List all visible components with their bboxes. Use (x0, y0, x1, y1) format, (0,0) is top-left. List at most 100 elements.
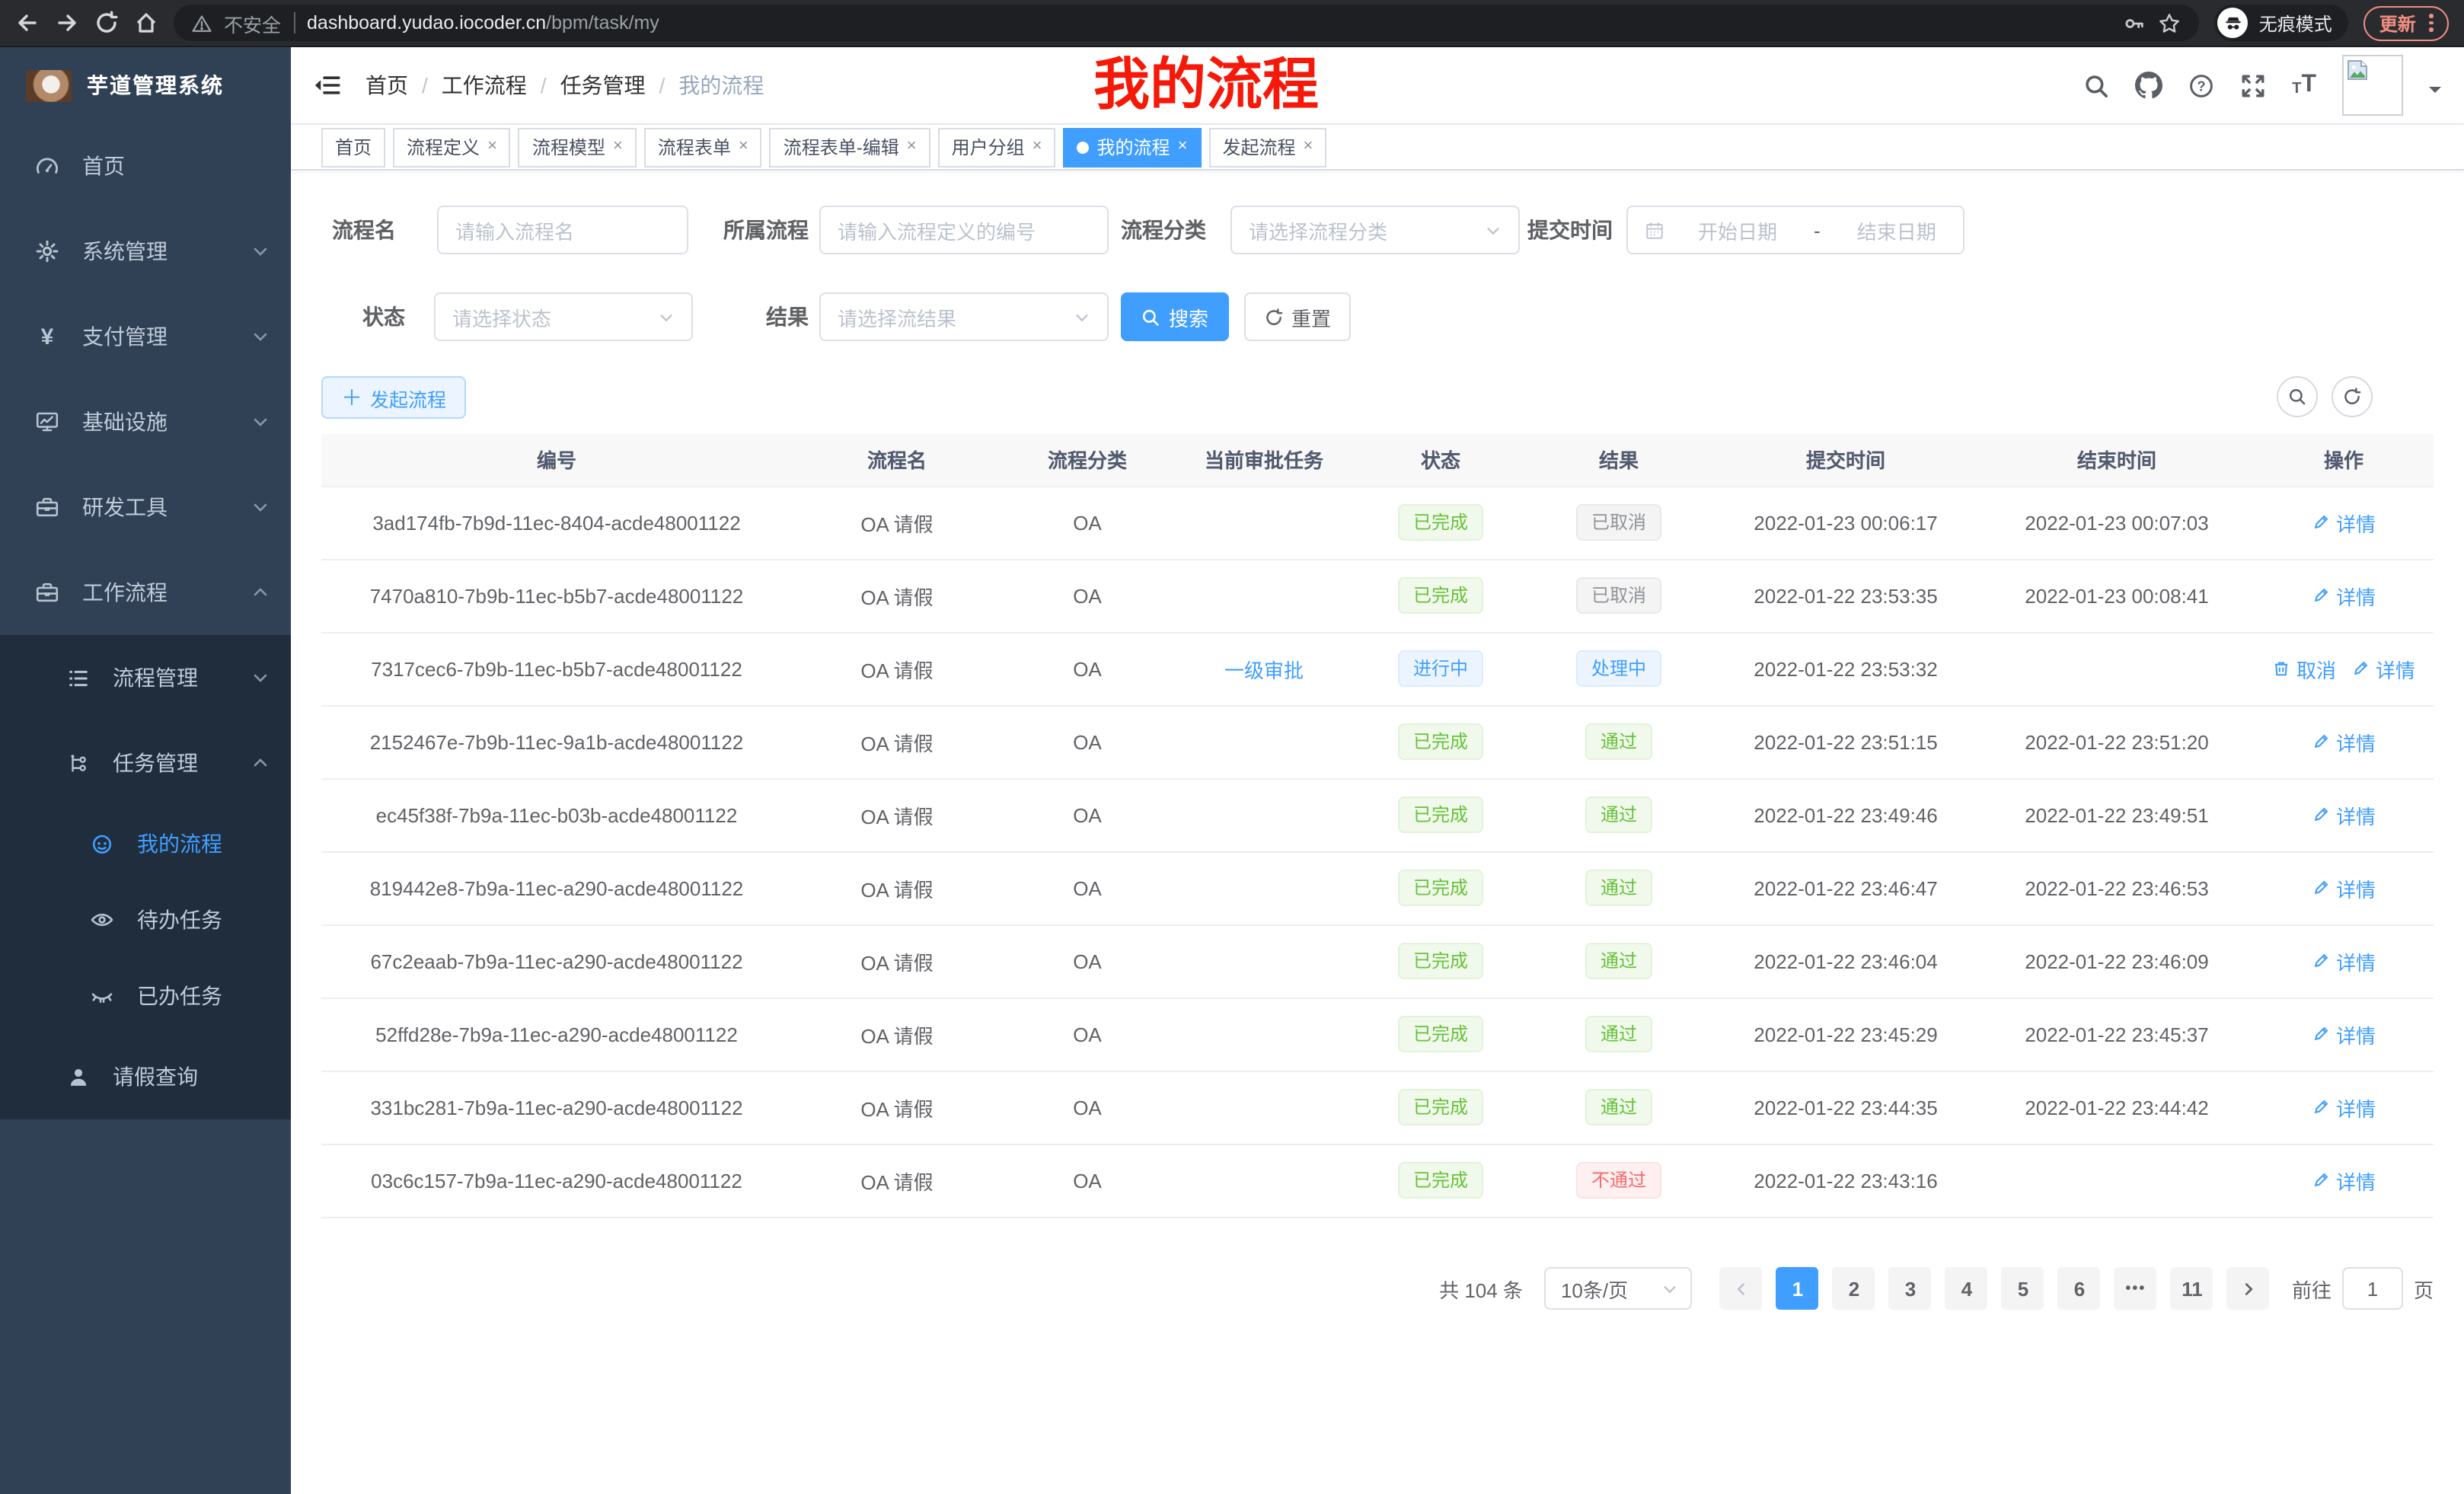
end-date-input[interactable]: 结束日期 (1857, 215, 1936, 244)
avatar[interactable] (2342, 55, 2403, 116)
status-select[interactable]: 请选择状态 (434, 292, 693, 341)
start-process-button[interactable]: ＋发起流程 (321, 376, 466, 419)
tab-my-process[interactable]: 我的流程× (1064, 127, 1202, 167)
tab-process-form-edit[interactable]: 流程表单-编辑× (770, 127, 930, 167)
key-icon[interactable] (2124, 11, 2146, 34)
bookmark-star-icon[interactable] (2159, 11, 2182, 34)
close-icon[interactable]: × (1178, 139, 1188, 155)
app-logo[interactable]: 芋道管理系统 (0, 47, 291, 123)
cell-end-time (1980, 1144, 2254, 1217)
cell-name: OA 请假 (792, 559, 1002, 632)
page-button-2[interactable]: 2 (1833, 1267, 1875, 1310)
font-size-icon[interactable]: TT (2292, 73, 2316, 97)
sidebar-item-infrastructure[interactable]: 基础设施 (0, 379, 291, 464)
reload-icon[interactable] (94, 11, 119, 35)
cancel-link[interactable]: 取消 (2272, 654, 2336, 683)
next-page-button[interactable] (2227, 1267, 2270, 1310)
detail-link[interactable]: 详情 (2312, 1020, 2376, 1049)
fullscreen-icon[interactable] (2240, 72, 2266, 98)
tab-process-form[interactable]: 流程表单× (644, 127, 762, 167)
tab-start-process[interactable]: 发起流程× (1208, 127, 1326, 167)
help-icon[interactable]: ? (2188, 72, 2214, 98)
table-row: 52ffd28e-7b9a-11ec-a290-acde48001122 OA … (321, 998, 2434, 1071)
gauge-icon (34, 154, 61, 178)
sidebar-item-dev-tools[interactable]: 研发工具 (0, 464, 291, 550)
detail-link[interactable]: 详情 (2312, 873, 2376, 902)
page-button-1[interactable]: 1 (1776, 1267, 1819, 1310)
breadcrumb-task-mgmt[interactable]: 任务管理 (560, 70, 646, 101)
status-badge: 已完成 (1398, 577, 1483, 614)
current-task-link[interactable]: 一级审批 (1224, 659, 1304, 682)
result-label: 结果 (696, 292, 809, 341)
cell-id: 3ad174fb-7b9d-11ec-8404-acde48001122 (321, 486, 792, 559)
detail-link[interactable]: 详情 (2312, 727, 2376, 756)
cell-end-time: 2022-01-22 23:49:51 (1980, 778, 2254, 851)
sidebar-item-workflow[interactable]: 工作流程 (0, 550, 291, 635)
result-badge: 通过 (1585, 723, 1652, 760)
prev-page-button[interactable] (1720, 1267, 1763, 1310)
github-icon[interactable] (2135, 72, 2162, 99)
update-button[interactable]: 更新 (2364, 5, 2449, 40)
breadcrumb-home[interactable]: 首页 (365, 70, 408, 101)
show-search-toggle-button[interactable] (2277, 376, 2318, 417)
home-icon[interactable] (134, 11, 158, 35)
reset-button[interactable]: 重置 (1244, 292, 1351, 341)
page-button-5[interactable]: 5 (2002, 1267, 2044, 1310)
sidebar-item-leave-query[interactable]: 请假查询 (0, 1034, 291, 1119)
cell-category: OA (1002, 1071, 1173, 1144)
edit-pen-icon (2312, 513, 2330, 532)
sidebar-fold-icon[interactable] (314, 73, 341, 97)
process-def-input[interactable]: 请输入流程定义的编号 (819, 206, 1109, 254)
page-button-4[interactable]: 4 (1945, 1267, 1988, 1310)
cell-name: OA 请假 (792, 705, 1002, 778)
date-range-picker[interactable]: 开始日期 - 结束日期 (1626, 206, 1964, 254)
tab-process-definition[interactable]: 流程定义× (393, 127, 511, 167)
sidebar-item-task-mgmt[interactable]: 任务管理 (0, 720, 291, 806)
detail-link[interactable]: 详情 (2351, 654, 2415, 683)
refresh-table-button[interactable] (2332, 376, 2373, 417)
detail-link[interactable]: 详情 (2312, 1093, 2376, 1122)
forward-icon[interactable] (55, 11, 79, 35)
sidebar-item-system-mgmt[interactable]: 系统管理 (0, 209, 291, 294)
tab-home[interactable]: 首页 (321, 127, 385, 167)
detail-link[interactable]: 详情 (2312, 581, 2376, 610)
cell-id: 2152467e-7b9b-11ec-9a1b-acde48001122 (321, 705, 792, 778)
sidebar-item-process-mgmt[interactable]: 流程管理 (0, 635, 291, 720)
chevron-down-icon (1661, 1280, 1678, 1297)
search-icon[interactable] (2083, 72, 2109, 98)
close-icon[interactable]: × (613, 139, 623, 155)
close-icon[interactable]: × (1033, 139, 1042, 155)
goto-page-input[interactable] (2342, 1267, 2403, 1310)
sidebar-item-my-process[interactable]: 我的流程 (0, 806, 291, 882)
sidebar-item-home[interactable]: 首页 (0, 123, 291, 209)
close-icon[interactable]: × (739, 139, 748, 155)
breadcrumb-workflow[interactable]: 工作流程 (442, 70, 527, 101)
page-button-3[interactable]: 3 (1889, 1267, 1932, 1310)
page-size-select[interactable]: 10条/页 (1544, 1267, 1692, 1310)
close-icon[interactable]: × (487, 139, 497, 155)
category-select[interactable]: 请选择流程分类 (1230, 206, 1520, 254)
detail-link[interactable]: 详情 (2312, 1166, 2376, 1195)
url-bar[interactable]: 不安全 dashboard.yudao.iocoder.cn/bpm/task/… (174, 5, 2200, 41)
back-icon[interactable] (15, 11, 40, 35)
chevron-down-icon[interactable] (2429, 86, 2441, 98)
sidebar-item-label: 请假查询 (113, 1061, 198, 1092)
close-icon[interactable]: × (1303, 139, 1313, 155)
start-date-input[interactable]: 开始日期 (1698, 215, 1777, 244)
tab-process-model[interactable]: 流程模型× (519, 127, 637, 167)
detail-link[interactable]: 详情 (2312, 800, 2376, 829)
search-button[interactable]: 搜索 (1121, 292, 1229, 341)
sidebar-item-todo-tasks[interactable]: 待办任务 (0, 882, 291, 958)
tab-user-group[interactable]: 用户分组× (938, 127, 1056, 167)
more-pages-button[interactable]: ••• (2115, 1267, 2157, 1310)
sidebar-item-payment-mgmt[interactable]: ¥ 支付管理 (0, 294, 291, 379)
close-icon[interactable]: × (907, 139, 917, 155)
sidebar-item-done-tasks[interactable]: 已办任务 (0, 958, 291, 1034)
detail-link[interactable]: 详情 (2312, 508, 2376, 537)
name-input[interactable]: 请输入流程名 (437, 206, 688, 254)
detail-link[interactable]: 详情 (2312, 947, 2376, 975)
browser-menu-icon[interactable] (2430, 14, 2434, 32)
page-button-11[interactable]: 11 (2171, 1267, 2213, 1310)
result-select[interactable]: 请选择流结果 (819, 292, 1109, 341)
page-button-6[interactable]: 6 (2058, 1267, 2101, 1310)
